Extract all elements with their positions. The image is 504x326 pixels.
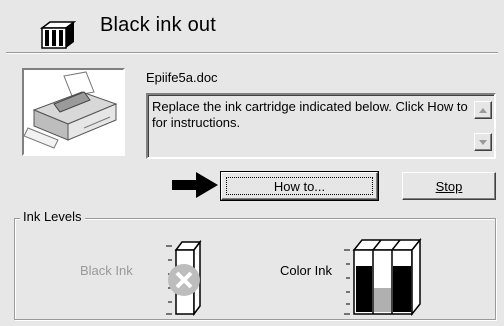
triangle-up-icon xyxy=(479,107,487,113)
arrow-right-icon xyxy=(172,172,218,198)
black-ink-label: Black Ink xyxy=(80,263,133,278)
ink-out-dialog: Black ink out Epiife5a.doc Replace the i… xyxy=(0,0,504,326)
scroll-up-button[interactable] xyxy=(474,101,492,119)
ink-cartridge-icon xyxy=(40,21,76,49)
message-box: Replace the ink cartridge indicated belo… xyxy=(146,93,496,159)
triangle-down-icon xyxy=(479,139,487,145)
printer-illustration xyxy=(23,70,123,154)
stop-button[interactable]: Stop xyxy=(402,172,496,200)
empty-x-icon xyxy=(168,264,200,296)
color-ink-cartridge xyxy=(344,237,422,316)
stop-label: Stop xyxy=(435,178,463,194)
ink-levels-label: Ink Levels xyxy=(20,209,85,224)
printer-image xyxy=(22,68,125,156)
message-scrollbar[interactable] xyxy=(474,97,492,155)
dialog-title: Black ink out xyxy=(100,14,216,36)
scroll-down-button[interactable] xyxy=(474,133,492,151)
focus-rectangle xyxy=(226,177,373,195)
how-to-button[interactable]: How to... xyxy=(220,171,379,201)
black-ink-cartridge xyxy=(166,240,202,316)
document-name: Epiife5a.doc xyxy=(146,70,218,85)
message-text: Replace the ink cartridge indicated belo… xyxy=(152,99,468,130)
color-ink-label: Color Ink xyxy=(280,263,333,278)
header-divider xyxy=(6,52,498,54)
